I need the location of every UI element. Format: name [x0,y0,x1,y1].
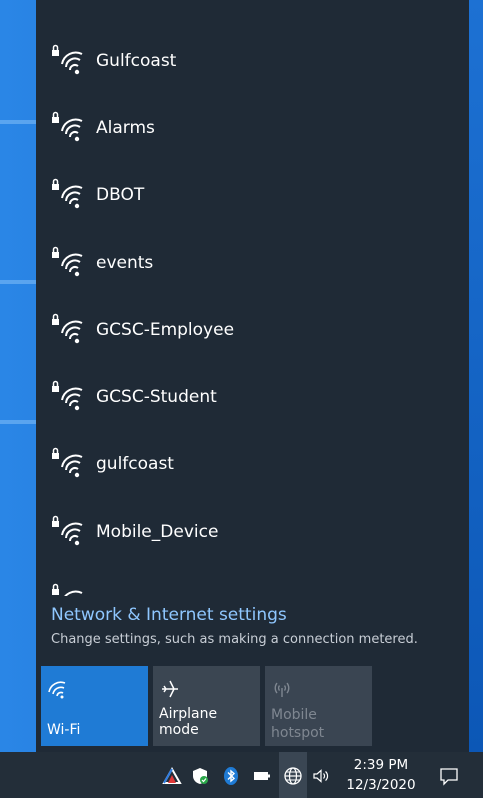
network-item[interactable]: events [50,243,450,283]
notifications-icon[interactable] [438,765,460,787]
secured-wifi-icon [52,583,83,596]
network-list[interactable]: Gulfcoast Alarms DBOT events GCSC-Employ… [36,26,469,596]
hotspot-label-line1: Mobile [271,707,317,723]
network-item[interactable]: Mobile_Device [50,512,450,552]
network-name: GCSC-Employee [96,320,235,340]
network-item[interactable]: DBOT [50,175,450,215]
airplane-tile-label: Airplane mode [159,706,218,738]
airplane-mode-tile[interactable]: Airplane mode [153,666,260,746]
desktop-wallpaper-edge [469,0,483,752]
mobile-hotspot-tile[interactable]: Mobile hotspot [265,666,372,746]
secured-wifi-icon [52,447,83,478]
hotspot-tile-label: Mobile hotspot [271,706,324,742]
network-name: events [96,253,154,273]
secured-wifi-icon [52,178,83,209]
clock-time: 2:39 PM [353,757,409,773]
wallpaper-streak [0,420,36,424]
network-item[interactable]: gulfcoast [50,444,450,484]
network-name: gulfcoast [96,454,174,474]
network-item-partial[interactable] [50,580,450,596]
volume-icon[interactable] [311,766,331,786]
secured-wifi-icon [52,313,83,344]
airplane-icon [162,680,178,698]
defender-shield-icon[interactable] [190,766,210,786]
network-item[interactable]: Alarms [50,108,450,148]
network-globe-icon[interactable] [283,766,303,786]
network-name: GCSC-Student [96,387,217,407]
secured-wifi-icon [52,44,83,75]
hotspot-icon [274,682,290,697]
secured-wifi-icon [52,111,83,142]
wallpaper-streak [0,120,36,124]
bluetooth-icon[interactable] [221,766,241,786]
wifi-tile-label: Wi-Fi [47,722,81,738]
secured-wifi-icon [52,515,83,546]
wifi-icon [48,681,66,699]
network-name: DBOT [96,185,145,205]
wifi-toggle-tile[interactable]: Wi-Fi [41,666,148,746]
clock-date: 12/3/2020 [346,777,416,793]
vpn-icon[interactable] [162,766,182,786]
secured-wifi-icon [52,380,83,411]
secured-wifi-icon [52,246,83,277]
network-item[interactable]: GCSC-Student [50,377,450,417]
network-name: Mobile_Device [96,522,219,542]
battery-icon[interactable] [252,766,272,786]
network-item[interactable]: Gulfcoast [50,41,450,81]
taskbar-clock[interactable]: 2:39 PM 12/3/2020 [345,755,417,795]
wallpaper-streak [0,280,36,284]
network-flyout: Gulfcoast Alarms DBOT events GCSC-Employ… [36,0,469,752]
network-name: Alarms [96,118,155,138]
network-settings-description: Change settings, such as making a connec… [51,632,418,647]
network-settings-link[interactable]: Network & Internet settings [51,605,287,625]
hotspot-label-line2: hotspot [271,725,325,741]
network-item[interactable]: GCSC-Employee [50,310,450,350]
network-name: Gulfcoast [96,51,177,71]
